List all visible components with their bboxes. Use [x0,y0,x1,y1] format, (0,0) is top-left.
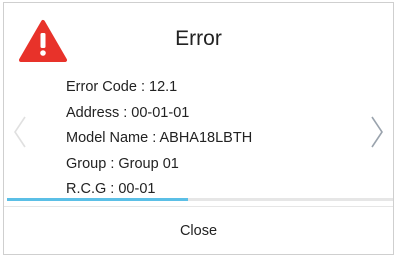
page-progress-bar [7,198,393,201]
next-arrow-icon[interactable] [370,115,384,149]
group-row: Group : Group 01 [66,155,179,172]
address-row: Address : 00-01-01 [66,104,190,121]
page-progress-fill [7,198,189,201]
model-name-row: Model Name : ABHA18LBTH [66,130,253,146]
error-dialog: Error Error Code : 12.1 Address : 00-01-… [3,2,394,255]
close-button[interactable]: Close [4,209,393,253]
divider [4,206,393,207]
dialog-title: Error [175,27,222,50]
error-details: Error Code : 12.1 Address : 00-01-01 Mod… [66,75,252,203]
error-code-row: Error Code : 12.1 [66,79,178,95]
previous-arrow-icon[interactable] [13,115,27,149]
